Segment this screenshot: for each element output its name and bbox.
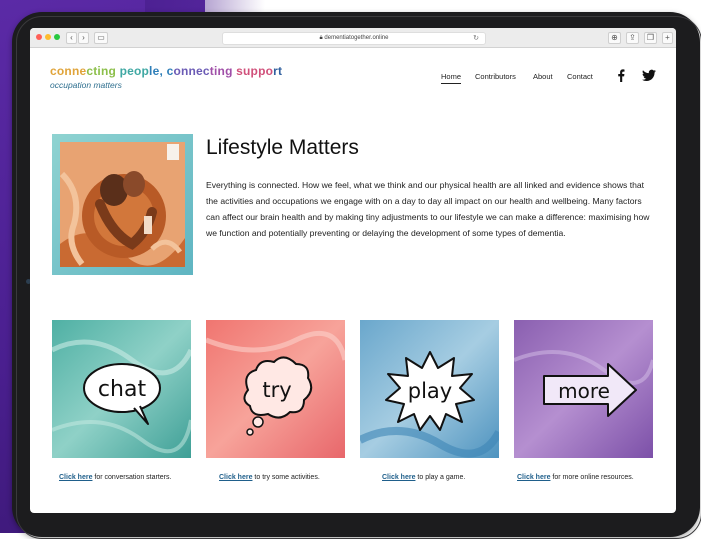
caption-chat: Click here for conversation starters. <box>59 474 171 481</box>
card-try-link[interactable]: Click here <box>219 474 252 481</box>
back-button[interactable]: ‹ <box>66 32 77 44</box>
address-bar[interactable]: 🔒︎ dementiatogether.online ↻ <box>222 32 486 45</box>
nav-about[interactable]: About <box>533 72 553 81</box>
download-icon[interactable]: ⊕ <box>608 32 621 44</box>
page-title: Lifestyle Matters <box>206 136 359 159</box>
site-tagline[interactable]: connecting people, connecting support <box>50 64 282 78</box>
caption-try-text: to try some activities. <box>252 474 320 481</box>
hero-illustration <box>52 134 193 275</box>
caption-more: Click here for more online resources. <box>517 474 634 481</box>
caption-play-text: to play a game. <box>415 474 466 481</box>
card-more-word: more <box>558 379 610 403</box>
card-more-link[interactable]: Click here <box>517 474 550 481</box>
facebook-icon[interactable] <box>616 69 626 87</box>
site-tagline-text: connecting people, connecting support <box>50 64 283 78</box>
close-window-button[interactable] <box>36 34 42 40</box>
lock-icon: 🔒︎ <box>319 35 323 41</box>
minimize-window-button[interactable] <box>45 34 51 40</box>
twitter-icon[interactable] <box>642 69 656 87</box>
url-text: dementiatogether.online <box>324 35 389 41</box>
intro-paragraph: Everything is connected. How we feel, wh… <box>206 180 650 238</box>
site-subtitle: occupation matters <box>50 80 122 90</box>
card-try[interactable]: try <box>206 320 345 458</box>
caption-play: Click here to play a game. <box>382 474 465 481</box>
forward-button[interactable]: › <box>78 32 89 44</box>
card-try-word: try <box>262 378 291 402</box>
card-play[interactable]: play <box>360 320 499 458</box>
card-chat-word: chat <box>98 377 147 402</box>
card-play-link[interactable]: Click here <box>382 474 415 481</box>
caption-chat-text: for conversation starters. <box>92 474 172 481</box>
browser-toolbar: ‹ › ▭ 🔒︎ dementiatogether.online ↻ ⊕ ⇪ ❐… <box>30 28 676 48</box>
new-tab-icon[interactable]: + <box>662 32 673 44</box>
reload-icon[interactable]: ↻ <box>473 33 479 44</box>
nav-home[interactable]: Home <box>441 72 462 84</box>
nav-contact[interactable]: Contact <box>567 72 593 81</box>
card-more[interactable]: more <box>514 320 653 458</box>
card-chat[interactable]: chat <box>52 320 191 458</box>
share-icon[interactable]: ⇪ <box>626 32 639 44</box>
browser-window: ‹ › ▭ 🔒︎ dementiatogether.online ↻ ⊕ ⇪ ❐… <box>30 28 676 513</box>
sidebar-icon[interactable]: ▭ <box>94 32 108 44</box>
maximize-window-button[interactable] <box>54 34 60 40</box>
card-play-word: play <box>408 379 452 403</box>
card-chat-link[interactable]: Click here <box>59 474 92 481</box>
nav-contributors[interactable]: Contributors <box>475 72 516 81</box>
caption-more-text: for more online resources. <box>550 474 634 481</box>
tabs-icon[interactable]: ❐ <box>644 32 657 44</box>
caption-try: Click here to try some activities. <box>219 474 320 481</box>
